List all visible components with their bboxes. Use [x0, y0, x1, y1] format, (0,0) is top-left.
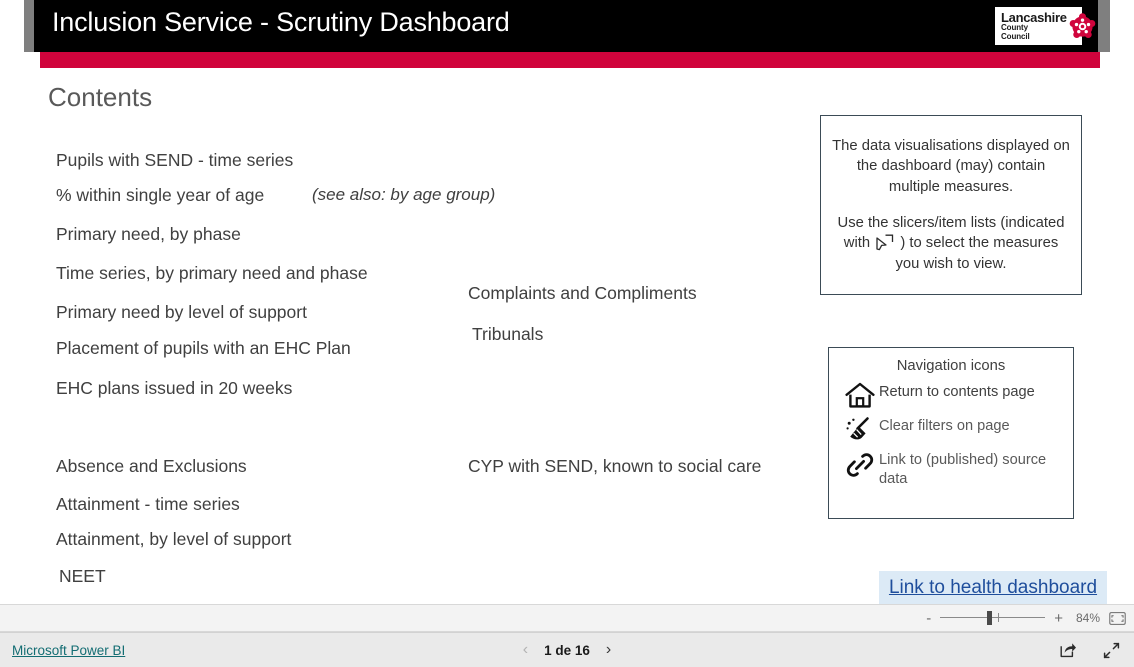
zoom-slider[interactable]: [940, 611, 1046, 625]
navigation-label-return-to-contents: Return to contents page: [879, 384, 1035, 400]
status-bar-actions: [1060, 642, 1120, 659]
fullscreen-icon[interactable]: [1103, 642, 1120, 659]
contents-heading: Contents: [48, 82, 153, 112]
header-grey-bar-right: [1098, 0, 1110, 52]
measures-info-box: The data visualisations displayed on the…: [820, 115, 1082, 295]
navigation-row-return-to-contents: Return to contents page: [841, 380, 1061, 409]
zoom-control: - + 84%: [926, 606, 1126, 630]
toc-item-placement-of-pupils-with-an-ehc-plan[interactable]: Placement of pupils with an EHC Plan: [56, 338, 351, 359]
toc-item-ehc-plans-issued-in-20-weeks[interactable]: EHC plans issued in 20 weeks: [56, 378, 292, 399]
logo-line-council: Council: [1001, 31, 1030, 41]
navigation-row-clear-filters: Clear filters on page: [841, 414, 1061, 443]
link-to-health-dashboard[interactable]: Link to health dashboard: [889, 577, 1097, 599]
toc-note-see-also-by-age-group[interactable]: (see also: by age group): [312, 185, 495, 205]
navigation-icons-box: Navigation icons Return to contents page: [828, 347, 1074, 519]
toc-item-primary-need-by-phase[interactable]: Primary need, by phase: [56, 224, 241, 245]
microsoft-power-bi-link[interactable]: Microsoft Power BI: [12, 643, 125, 658]
slicer-cursor-icon: [876, 234, 894, 251]
zoom-slider-thumb[interactable]: [987, 611, 993, 625]
toc-item-attainment-by-level-of-support[interactable]: Attainment, by level of support: [56, 529, 291, 550]
toc-item-pupils-with-send-time-series[interactable]: Pupils with SEND - time series: [56, 150, 293, 171]
share-icon[interactable]: [1060, 642, 1077, 658]
zoom-in-button[interactable]: +: [1054, 611, 1063, 626]
zoom-percent-label: 84%: [1075, 611, 1100, 625]
zoom-out-button[interactable]: -: [926, 611, 931, 626]
fit-to-page-icon[interactable]: [1109, 611, 1126, 625]
chevron-left-icon[interactable]: ‹: [523, 641, 528, 659]
toc-item-absence-and-exclusions[interactable]: Absence and Exclusions: [56, 456, 247, 477]
page-title: Inclusion Service - Scrutiny Dashboard: [52, 7, 510, 37]
red-rose-icon: [1069, 12, 1095, 38]
page-navigation: ‹ 1 de 16 ›: [523, 641, 611, 659]
toc-item-percent-within-single-year-of-age[interactable]: % within single year of age: [56, 185, 264, 206]
toc-item-neet[interactable]: NEET: [59, 566, 106, 587]
navigation-icons-title: Navigation icons: [896, 358, 1006, 374]
navigation-label-clear-filters: Clear filters on page: [879, 418, 1010, 434]
navigation-label-link-to-source-data: Link to (published) source data: [879, 452, 1047, 487]
broom-icon: [841, 414, 879, 443]
toc-item-complaints-and-compliments[interactable]: Complaints and Compliments: [468, 283, 697, 304]
status-bar: Microsoft Power BI ‹ 1 de 16 ›: [0, 632, 1134, 667]
toc-item-time-series-by-primary-need-and-phase[interactable]: Time series, by primary need and phase: [56, 263, 368, 284]
logo-line-lancashire: Lancashire: [1001, 10, 1067, 26]
info-paragraph-multiple-measures: The data visualisations displayed on the…: [832, 137, 1070, 195]
zoom-slider-tick: [998, 613, 1000, 622]
info-paragraph-slicers: Use the slicers/item lists (indicated wi…: [831, 213, 1071, 274]
info-slicer-text-after: ) to select the measures you wish to vie…: [895, 235, 1059, 272]
toc-item-primary-need-by-level-of-support[interactable]: Primary need by level of support: [56, 302, 307, 323]
toc-item-cyp-with-send-known-to-social-care[interactable]: CYP with SEND, known to social care: [468, 456, 761, 477]
toc-item-tribunals[interactable]: Tribunals: [472, 324, 543, 345]
toc-item-attainment-time-series[interactable]: Attainment - time series: [56, 494, 240, 515]
chevron-right-icon[interactable]: ›: [606, 641, 611, 659]
lancashire-county-council-logo: Lancashire County Council: [995, 7, 1095, 45]
header-red-accent-bar: [40, 52, 1100, 68]
page-indicator-label: 1 de 16: [544, 642, 590, 658]
zoom-slider-track: [940, 617, 1046, 618]
link-chain-icon: [841, 448, 879, 480]
power-bi-report-viewer: Inclusion Service - Scrutiny Dashboard L…: [0, 0, 1134, 667]
report-canvas: Inclusion Service - Scrutiny Dashboard L…: [0, 0, 1134, 605]
health-dashboard-link-highlight: Link to health dashboard: [879, 571, 1107, 605]
navigation-row-link-to-source-data: Link to (published) source data: [841, 448, 1061, 488]
home-icon: [841, 380, 879, 409]
logo-wordmark: Lancashire County Council: [1001, 11, 1067, 41]
